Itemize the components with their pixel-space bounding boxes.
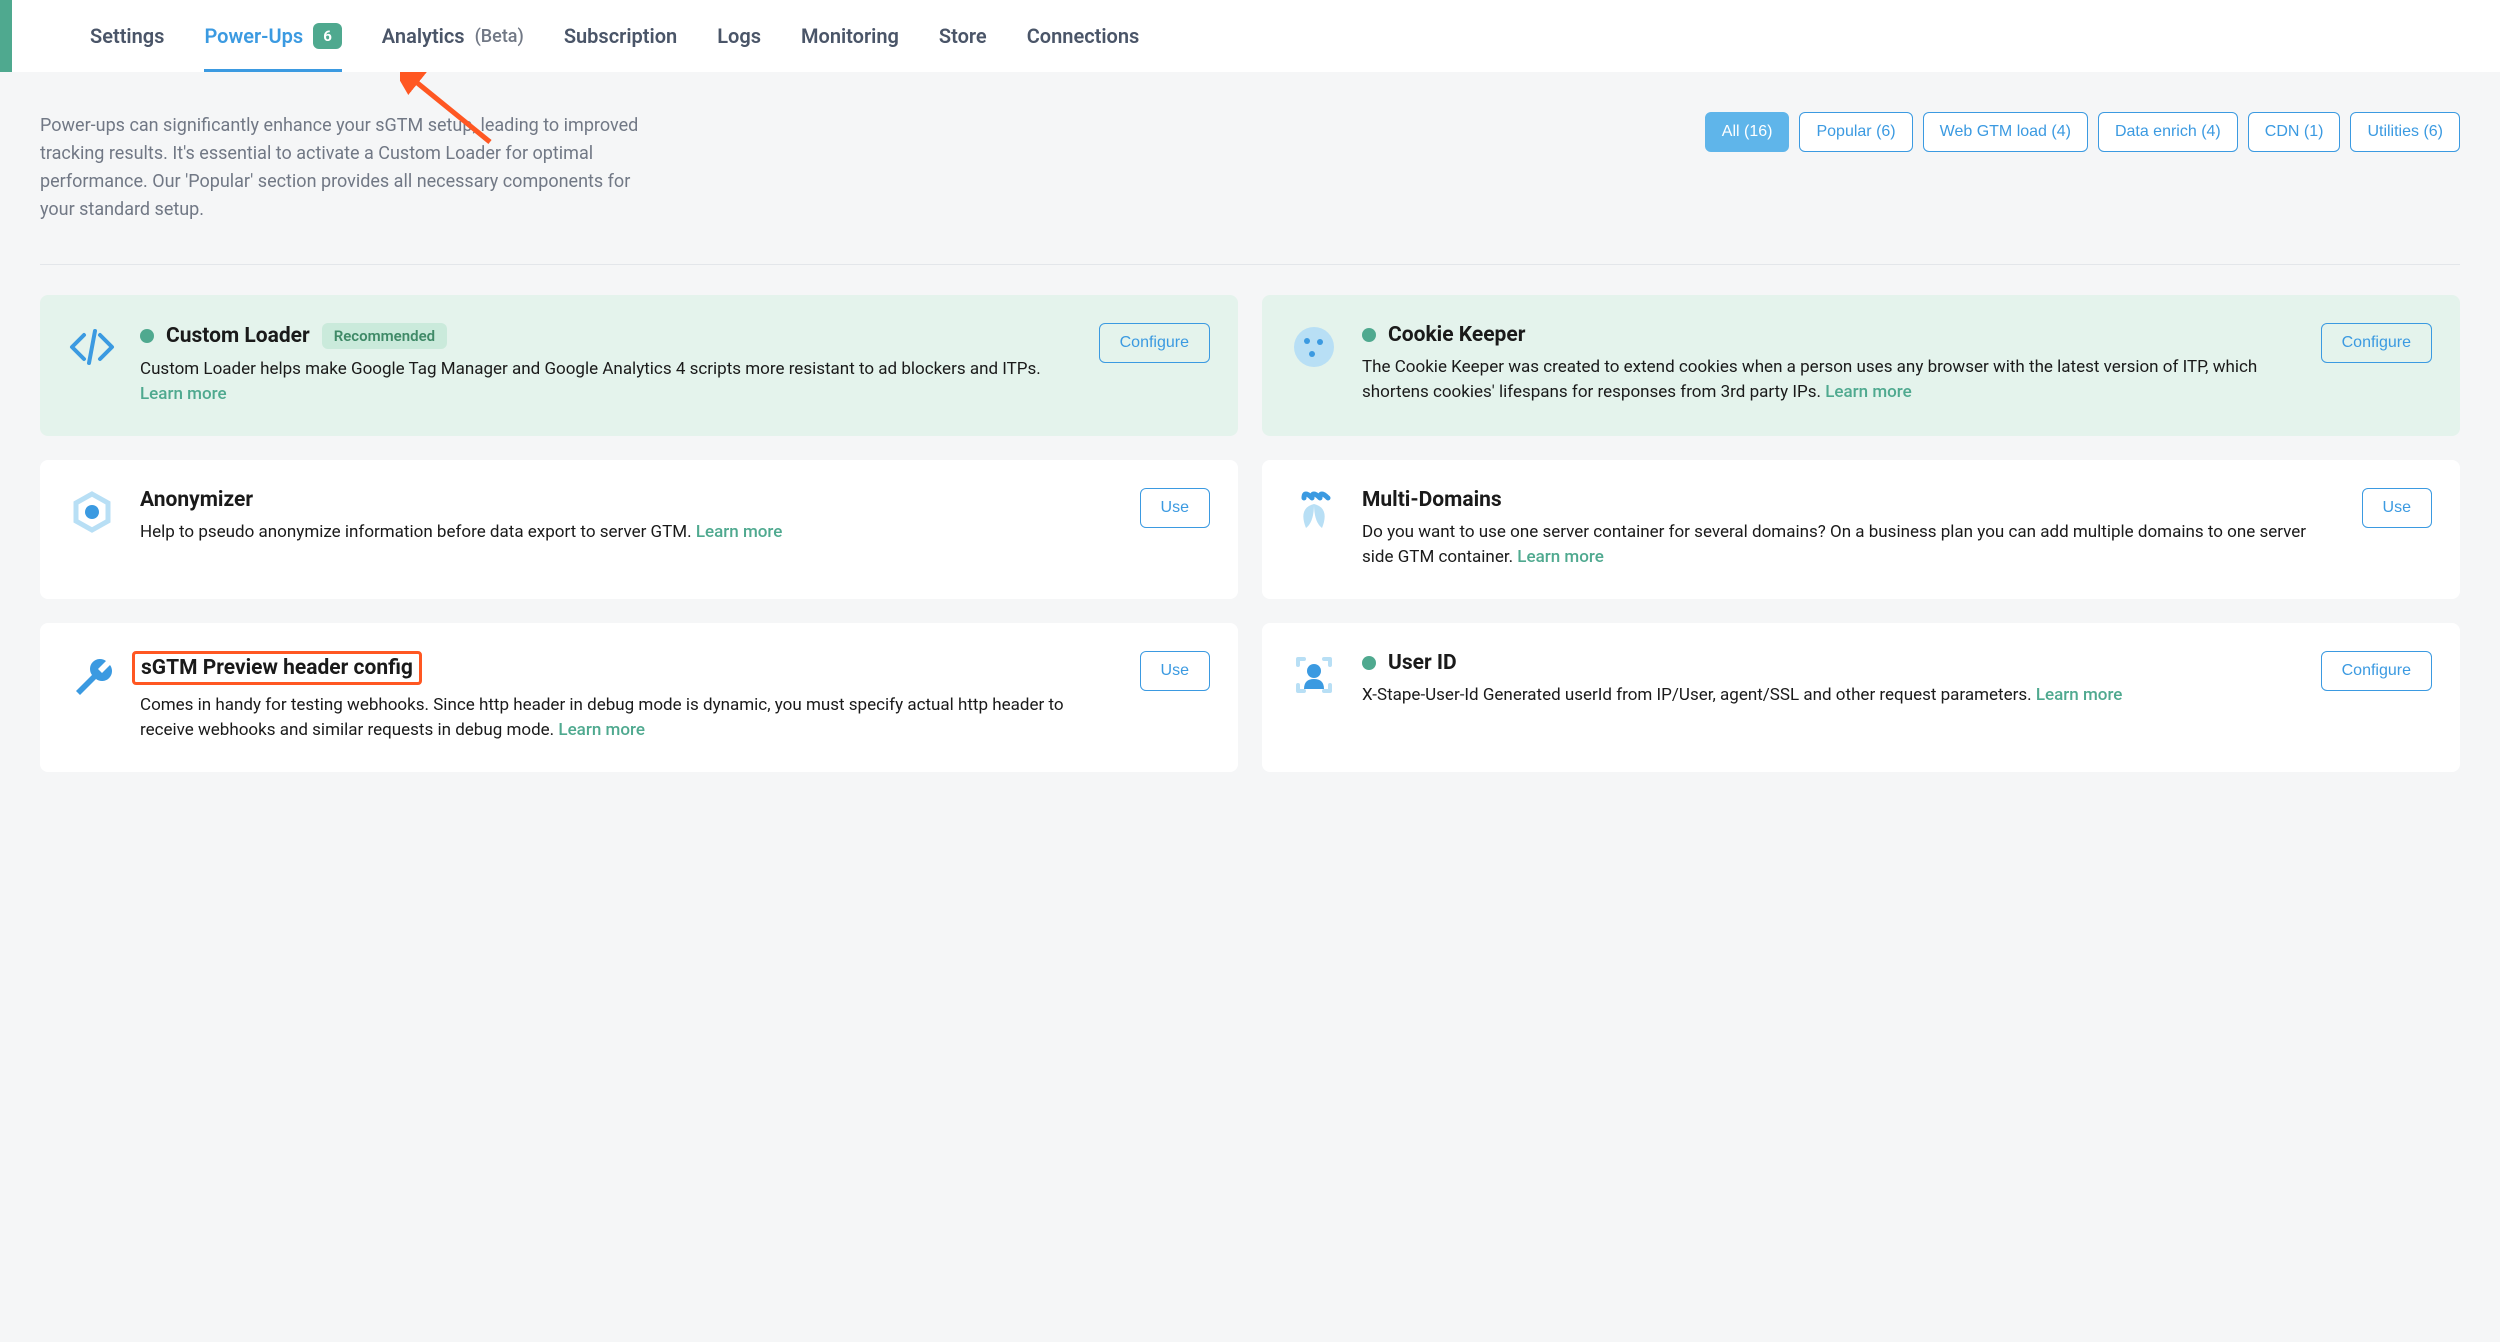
tab-monitoring[interactable]: Monitoring [801,0,899,72]
card-custom-loader: Custom Loader Recommended Custom Loader … [40,295,1238,436]
annotation-highlight: sGTM Preview header config [132,651,422,685]
tab-subscription[interactable]: Subscription [564,0,677,72]
card-desc-text: Do you want to use one server container … [1362,522,2306,568]
learn-more-link[interactable]: Learn more [558,720,645,740]
header-accent [0,0,12,72]
card-action: Use [2362,488,2432,528]
filter-data-enrich[interactable]: Data enrich (4) [2098,112,2238,152]
divider [40,264,2460,265]
card-body: sGTM Preview header config Comes in hand… [140,651,1116,744]
card-sgtm-preview: sGTM Preview header config Comes in hand… [40,623,1238,772]
card-body: User ID X-Stape-User-Id Generated userId… [1362,651,2297,709]
tab-label: Monitoring [801,24,899,48]
card-head: Custom Loader Recommended [140,323,1075,349]
filter-all[interactable]: All (16) [1705,112,1790,152]
use-button[interactable]: Use [1140,651,1210,691]
card-desc: Do you want to use one server container … [1362,520,2338,571]
card-desc: Help to pseudo anonymize information bef… [140,520,1116,546]
filter-popular[interactable]: Popular (6) [1799,112,1912,152]
status-dot-icon [1362,328,1376,342]
tab-label: Logs [717,24,761,48]
learn-more-link[interactable]: Learn more [140,384,227,404]
card-body: Anonymizer Help to pseudo anonymize info… [140,488,1116,546]
wrench-icon [68,651,116,699]
filter-utilities[interactable]: Utilities (6) [2350,112,2460,152]
card-action: Use [1140,651,1210,691]
card-body: Multi-Domains Do you want to use one ser… [1362,488,2338,571]
card-user-id: User ID X-Stape-User-Id Generated userId… [1262,623,2460,772]
filter-cdn[interactable]: CDN (1) [2248,112,2341,152]
content-area: Power-ups can significantly enhance your… [0,72,2500,792]
tab-label: Subscription [564,24,677,48]
filter-bar: All (16) Popular (6) Web GTM load (4) Da… [1705,112,2460,152]
tab-label: Analytics [382,24,465,48]
code-icon [68,323,116,371]
use-button[interactable]: Use [2362,488,2432,528]
card-action: Configure [2321,323,2432,363]
card-desc-text: The Cookie Keeper was created to extend … [1362,357,2257,403]
tab-label: Power-Ups [204,24,303,48]
card-head: Anonymizer [140,488,1116,512]
card-title: Multi-Domains [1362,488,1502,512]
card-action: Configure [2321,651,2432,691]
tab-label: Connections [1027,24,1140,48]
tab-store[interactable]: Store [939,0,987,72]
header-bar: Settings Power-Ups 6 Analytics (Beta) Su… [0,0,2500,72]
tab-label: Settings [90,24,164,48]
card-body: Cookie Keeper The Cookie Keeper was crea… [1362,323,2297,406]
card-desc-text: Custom Loader helps make Google Tag Mana… [140,359,1041,379]
card-desc: Custom Loader helps make Google Tag Mana… [140,357,1075,408]
card-desc: The Cookie Keeper was created to extend … [1362,355,2297,406]
user-icon [1290,651,1338,699]
learn-more-link[interactable]: Learn more [2036,685,2123,705]
tabs-nav: Settings Power-Ups 6 Analytics (Beta) Su… [40,0,1139,72]
card-cookie-keeper: Cookie Keeper The Cookie Keeper was crea… [1262,295,2460,436]
tab-power-ups[interactable]: Power-Ups 6 [204,0,341,72]
intro-text: Power-ups can significantly enhance your… [40,112,640,224]
tab-analytics[interactable]: Analytics (Beta) [382,0,524,72]
card-anonymizer: Anonymizer Help to pseudo anonymize info… [40,460,1238,599]
tab-settings[interactable]: Settings [90,0,164,72]
card-multi-domains: Multi-Domains Do you want to use one ser… [1262,460,2460,599]
status-dot-icon [140,329,154,343]
configure-button[interactable]: Configure [2321,651,2432,691]
tab-logs[interactable]: Logs [717,0,761,72]
card-desc: X-Stape-User-Id Generated userId from IP… [1362,683,2297,709]
recommended-tag: Recommended [322,323,447,349]
learn-more-link[interactable]: Learn more [696,522,783,542]
card-title: sGTM Preview header config [141,656,413,680]
card-body: Custom Loader Recommended Custom Loader … [140,323,1075,408]
status-dot-icon [1362,656,1376,670]
intro-row: Power-ups can significantly enhance your… [40,112,2460,224]
use-button[interactable]: Use [1140,488,1210,528]
hexagon-icon [68,488,116,536]
card-grid: Custom Loader Recommended Custom Loader … [40,295,2460,772]
card-action: Use [1140,488,1210,528]
card-head: Cookie Keeper [1362,323,2297,347]
card-desc-text: X-Stape-User-Id Generated userId from IP… [1362,685,2032,705]
configure-button[interactable]: Configure [1099,323,1210,363]
multi-icon [1290,488,1338,536]
learn-more-link[interactable]: Learn more [1825,382,1912,402]
card-head: Multi-Domains [1362,488,2338,512]
learn-more-link[interactable]: Learn more [1517,547,1604,567]
card-title: Cookie Keeper [1388,323,1525,347]
tab-label: Store [939,24,987,48]
configure-button[interactable]: Configure [2321,323,2432,363]
cookie-icon [1290,323,1338,371]
card-desc-text: Help to pseudo anonymize information bef… [140,522,692,542]
card-title: Anonymizer [140,488,253,512]
card-action: Configure [1099,323,1210,363]
card-title: User ID [1388,651,1457,675]
tab-beta-label: (Beta) [475,26,524,47]
card-title: Custom Loader [166,324,310,348]
card-head: User ID [1362,651,2297,675]
card-head: sGTM Preview header config [140,651,1116,685]
tab-connections[interactable]: Connections [1027,0,1140,72]
tab-badge: 6 [313,23,342,49]
filter-web-gtm[interactable]: Web GTM load (4) [1923,112,2088,152]
card-desc: Comes in handy for testing webhooks. Sin… [140,693,1116,744]
